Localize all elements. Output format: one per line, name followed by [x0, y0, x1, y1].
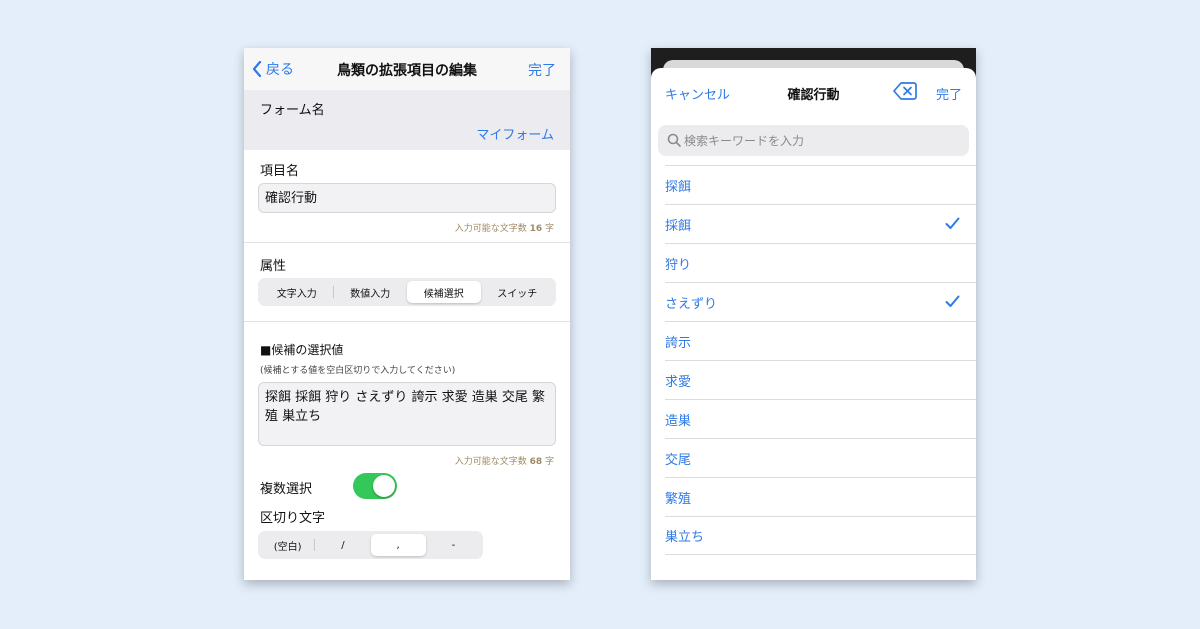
segment-space[interactable]: (空白)	[260, 534, 316, 556]
search-icon	[667, 133, 681, 147]
list-item[interactable]: 繁殖	[665, 477, 976, 516]
segment-hyphen[interactable]: -	[426, 534, 481, 556]
list-item-label: 求愛	[665, 374, 692, 390]
list-item[interactable]: 巣立ち	[665, 516, 976, 555]
list-item-label: 狩り	[665, 257, 692, 273]
search-input[interactable]	[684, 125, 964, 156]
list-item[interactable]: 交尾	[665, 438, 976, 477]
candidates-heading: ■候補の選択値	[260, 343, 344, 357]
page-title: 鳥類の拡張項目の編集	[337, 63, 477, 79]
item-name-label: 項目名	[260, 164, 300, 179]
list-item[interactable]: 求愛	[665, 360, 976, 399]
candidates-char-limit: 入力可能な文字数 68 字	[454, 457, 554, 467]
clear-button[interactable]	[893, 81, 917, 101]
multi-select-toggle[interactable]	[353, 473, 397, 499]
list-item-label: 造巣	[665, 413, 692, 429]
item-name-char-limit: 入力可能な文字数 16 字	[454, 224, 554, 234]
candidate-picker-screen: キャンセル 確認行動 完了 探餌 採餌 狩り	[651, 48, 976, 580]
list-item-label: 探餌	[665, 179, 692, 195]
multi-select-label: 複数選択	[260, 482, 313, 497]
attribute-segmented-control: 文字入力 数値入力 候補選択 スイッチ	[258, 278, 556, 306]
toggle-knob	[373, 475, 395, 497]
list-item[interactable]: 造巣	[665, 399, 976, 438]
list-item-label: 採餌	[665, 218, 692, 234]
segment-comma[interactable]: ,	[370, 534, 426, 556]
segment-slash[interactable]: /	[315, 534, 370, 556]
divider	[244, 321, 570, 322]
list-item-label: 誇示	[665, 335, 692, 351]
clear-input-icon	[893, 82, 917, 100]
done-button[interactable]: 完了	[528, 60, 556, 80]
segment-text-input[interactable]: 文字入力	[260, 281, 334, 303]
segment-number-input[interactable]: 数値入力	[334, 281, 408, 303]
picker-sheet: キャンセル 確認行動 完了 探餌 採餌 狩り	[651, 68, 976, 580]
candidates-textarea[interactable]: 探餌 採餌 狩り さえずり 誇示 求愛 造巣 交尾 繁殖 巣立ち	[258, 382, 556, 446]
checkmark-icon	[945, 295, 960, 307]
list-item-label: さえずり	[665, 296, 718, 312]
edit-extended-item-screen: 戻る 鳥類の拡張項目の編集 完了 フォーム名 マイフォーム 項目名 確認行動 入…	[244, 48, 570, 580]
delimiter-label: 区切り文字	[260, 511, 326, 526]
form-name-label: フォーム名	[260, 103, 325, 118]
list-item[interactable]: 探餌	[665, 165, 976, 204]
done-button[interactable]: 完了	[936, 84, 962, 103]
sheet-title: 確認行動	[787, 88, 840, 103]
list-item[interactable]: 狩り	[665, 243, 976, 282]
list-item[interactable]: 誇示	[665, 321, 976, 360]
list-item[interactable]: 採餌	[665, 204, 976, 243]
candidates-note: (候補とする値を空白区切りで入力してください)	[260, 366, 456, 376]
checkmark-icon	[945, 217, 960, 229]
segment-candidate-select[interactable]: 候補選択	[407, 281, 481, 303]
list-item-label: 繁殖	[665, 491, 692, 507]
list-item[interactable]: さえずり	[665, 282, 976, 321]
navigation-bar: 戻る 鳥類の拡張項目の編集 完了	[244, 48, 570, 90]
list-item-label: 交尾	[665, 452, 692, 468]
list-item-label: 巣立ち	[665, 530, 705, 545]
segment-switch[interactable]: スイッチ	[481, 281, 555, 303]
delimiter-segmented-control: (空白) / , -	[258, 531, 483, 559]
form-name-value[interactable]: マイフォーム	[476, 124, 554, 143]
search-bar	[658, 125, 969, 156]
candidate-list: 探餌 採餌 狩り さえずり 誇示 求愛 造巣 交尾 繁殖 巣立ち	[651, 165, 976, 555]
item-name-field[interactable]: 確認行動	[258, 183, 556, 213]
divider	[244, 242, 570, 243]
form-name-row[interactable]: フォーム名 マイフォーム	[244, 90, 570, 150]
attribute-label: 属性	[260, 259, 287, 274]
